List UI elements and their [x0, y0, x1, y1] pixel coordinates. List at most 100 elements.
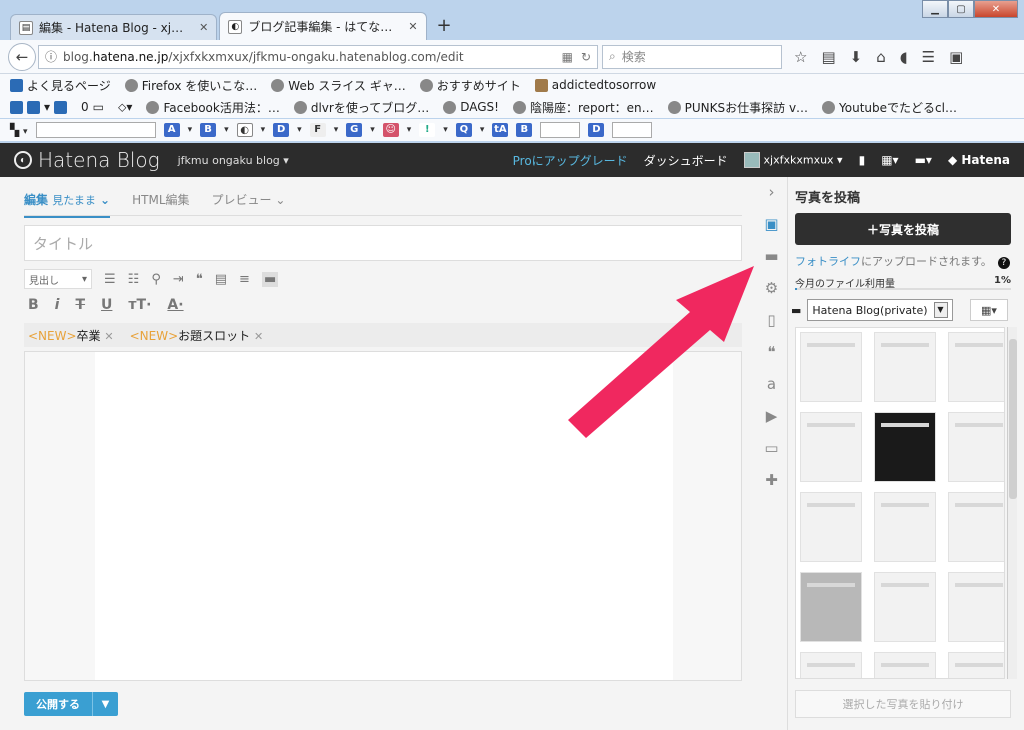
bookmark-item[interactable]: DAGS!: [443, 100, 499, 114]
plus-icon[interactable]: ✚: [765, 471, 778, 489]
align-icon[interactable]: ≡: [239, 272, 250, 287]
tab-wysiwyg[interactable]: 編集 見たまま ⌄: [24, 191, 111, 218]
underline-icon[interactable]: U: [101, 297, 112, 313]
editor-page[interactable]: [95, 352, 673, 680]
document-icon[interactable]: ▯: [767, 311, 775, 329]
heading-select[interactable]: 見出し ▾: [24, 269, 92, 289]
amazon-icon[interactable]: a: [767, 375, 776, 393]
address-bar[interactable]: ⓘ blog.hatena.ne.jp/xjxfxkxmxux/jfkmu-on…: [38, 44, 598, 69]
bookmark-star-icon[interactable]: ☆: [794, 48, 807, 66]
addon-chip[interactable]: D: [273, 123, 290, 137]
upgrade-link[interactable]: Proにアップグレード: [513, 152, 628, 169]
gear-icon[interactable]: ⚙: [765, 279, 778, 297]
addon-input[interactable]: [612, 122, 653, 138]
tag-item[interactable]: <NEW>お題スロット ✕: [130, 327, 264, 344]
font-size-icon[interactable]: тT·: [128, 297, 151, 313]
addon-chip[interactable]: tA: [492, 123, 509, 137]
bookmark-item[interactable]: おすすめサイト: [419, 77, 521, 94]
home-icon[interactable]: ⌂: [876, 48, 886, 66]
bookmark-item[interactable]: dlvrを使ってブログ…: [293, 99, 429, 116]
bookmark-item[interactable]: Firefox を使いこな…: [124, 77, 257, 94]
bookmark-tool-icons[interactable]: ▾: [10, 100, 68, 114]
photo-thumbnail[interactable]: [948, 572, 1004, 642]
notification-icon[interactable]: ▬▾: [915, 153, 932, 167]
link-icon[interactable]: ⚲: [151, 272, 161, 287]
tab-preview[interactable]: プレビュー ⌄: [212, 191, 286, 218]
reload-icon[interactable]: ↻: [581, 50, 591, 64]
photo-thumbnail[interactable]: [948, 412, 1004, 482]
addon-chip[interactable]: ◐: [236, 123, 253, 137]
italic-icon[interactable]: i: [55, 297, 60, 313]
photo-thumbnail[interactable]: [874, 332, 936, 402]
user-menu[interactable]: xjxfxkxmxux ▾: [743, 152, 843, 168]
extension-icon[interactable]: ▣: [949, 48, 963, 66]
bookmark-item[interactable]: よく見るページ: [10, 77, 111, 94]
bookmark-item[interactable]: 陰陽座：report：en…: [513, 99, 654, 116]
addon-chip[interactable]: G: [346, 123, 363, 137]
bookmark-item[interactable]: PUNKSお仕事探訪 v…: [667, 99, 808, 116]
text-color-icon[interactable]: A·: [167, 297, 183, 313]
addon-chip[interactable]: B: [200, 123, 217, 137]
close-window-button[interactable]: ✕: [974, 0, 1018, 18]
editor-body[interactable]: [24, 351, 742, 681]
hatena-brand[interactable]: ◆ Hatena: [948, 153, 1010, 167]
photo-thumbnail[interactable]: [874, 492, 936, 562]
photo-thumbnail[interactable]: [800, 492, 862, 562]
paste-selected-button[interactable]: 選択した写真を貼り付け: [795, 690, 1011, 718]
quote-icon[interactable]: ❝: [196, 272, 203, 287]
photo-thumbnail[interactable]: [800, 332, 862, 402]
box-icon[interactable]: ▬: [261, 271, 279, 287]
tag-icon[interactable]: ⬦▾: [118, 100, 132, 115]
album-select[interactable]: ▬ Hatena Blog(private) ▼: [791, 299, 953, 321]
dashboard-link[interactable]: ダッシュボード: [644, 152, 728, 169]
close-tab-icon[interactable]: ✕: [199, 21, 208, 34]
scroll-thumb[interactable]: [1009, 339, 1017, 499]
addon-input[interactable]: [540, 122, 581, 138]
info-icon[interactable]: ⓘ: [45, 48, 57, 65]
table-icon[interactable]: ▤: [215, 272, 227, 287]
tag-item[interactable]: <NEW>卒業 ✕: [28, 327, 114, 344]
tab-html[interactable]: HTML編集: [132, 191, 189, 218]
fotolife-link[interactable]: フォトライフ: [795, 255, 861, 268]
addon-chip[interactable]: A: [163, 123, 180, 137]
bookmark-count[interactable]: 0 ▭: [81, 100, 104, 114]
publish-button[interactable]: 公開する: [24, 692, 92, 716]
collapse-chevron-icon[interactable]: ›: [769, 183, 775, 201]
youtube-icon[interactable]: ▶: [766, 407, 778, 425]
photo-thumbnail[interactable]: [800, 572, 862, 642]
addon-chip[interactable]: F: [309, 123, 326, 137]
photo-scrollbar[interactable]: [1007, 327, 1017, 679]
reader-icon[interactable]: ▦: [562, 50, 573, 64]
grid-view-button[interactable]: ▦▾: [970, 299, 1008, 321]
upload-photo-button[interactable]: ＋写真を投稿: [795, 213, 1011, 245]
menu-icon[interactable]: ☰: [922, 48, 935, 66]
quote-icon[interactable]: ❝: [767, 343, 775, 361]
search-box[interactable]: ⌕ 検索: [602, 44, 782, 69]
strike-icon[interactable]: T: [75, 297, 85, 313]
photo-icon[interactable]: ▣: [764, 215, 778, 233]
download-icon[interactable]: ⬇: [850, 48, 863, 66]
new-tab-button[interactable]: +: [437, 15, 452, 36]
addon-icon[interactable]: ▚ ▾: [10, 123, 28, 137]
pocket-icon[interactable]: ◖: [900, 48, 908, 66]
photo-thumbnail[interactable]: [948, 492, 1004, 562]
photo-thumbnail[interactable]: [874, 652, 936, 678]
bold-icon[interactable]: B: [28, 297, 39, 313]
numbered-list-icon[interactable]: ☷: [128, 272, 140, 287]
bullet-list-icon[interactable]: ☰: [104, 272, 116, 287]
tab-blog-edit[interactable]: ◐ ブログ記事編集 - はてな… ✕: [219, 12, 427, 40]
photo-thumbnail[interactable]: [948, 652, 1004, 678]
photo-thumbnail[interactable]: [874, 572, 936, 642]
back-button[interactable]: ←: [8, 42, 36, 71]
addon-chip[interactable]: Q: [455, 123, 472, 137]
addon-chip[interactable]: !: [419, 123, 436, 137]
help-icon[interactable]: ?: [997, 257, 1010, 269]
photo-thumbnail[interactable]: [874, 412, 936, 482]
title-input[interactable]: タイトル: [24, 225, 742, 261]
publish-options-button[interactable]: ▼: [92, 692, 118, 716]
bookmark-item[interactable]: Web スライス ギャ…: [271, 77, 406, 94]
addon-chip[interactable]: ☺: [382, 123, 399, 137]
bookmarks-list-icon[interactable]: ▤: [821, 48, 835, 66]
blog-selector[interactable]: jfkmu ongaku blog ▾: [178, 154, 289, 167]
bookmark-item[interactable]: Facebook活用法：…: [146, 99, 280, 116]
